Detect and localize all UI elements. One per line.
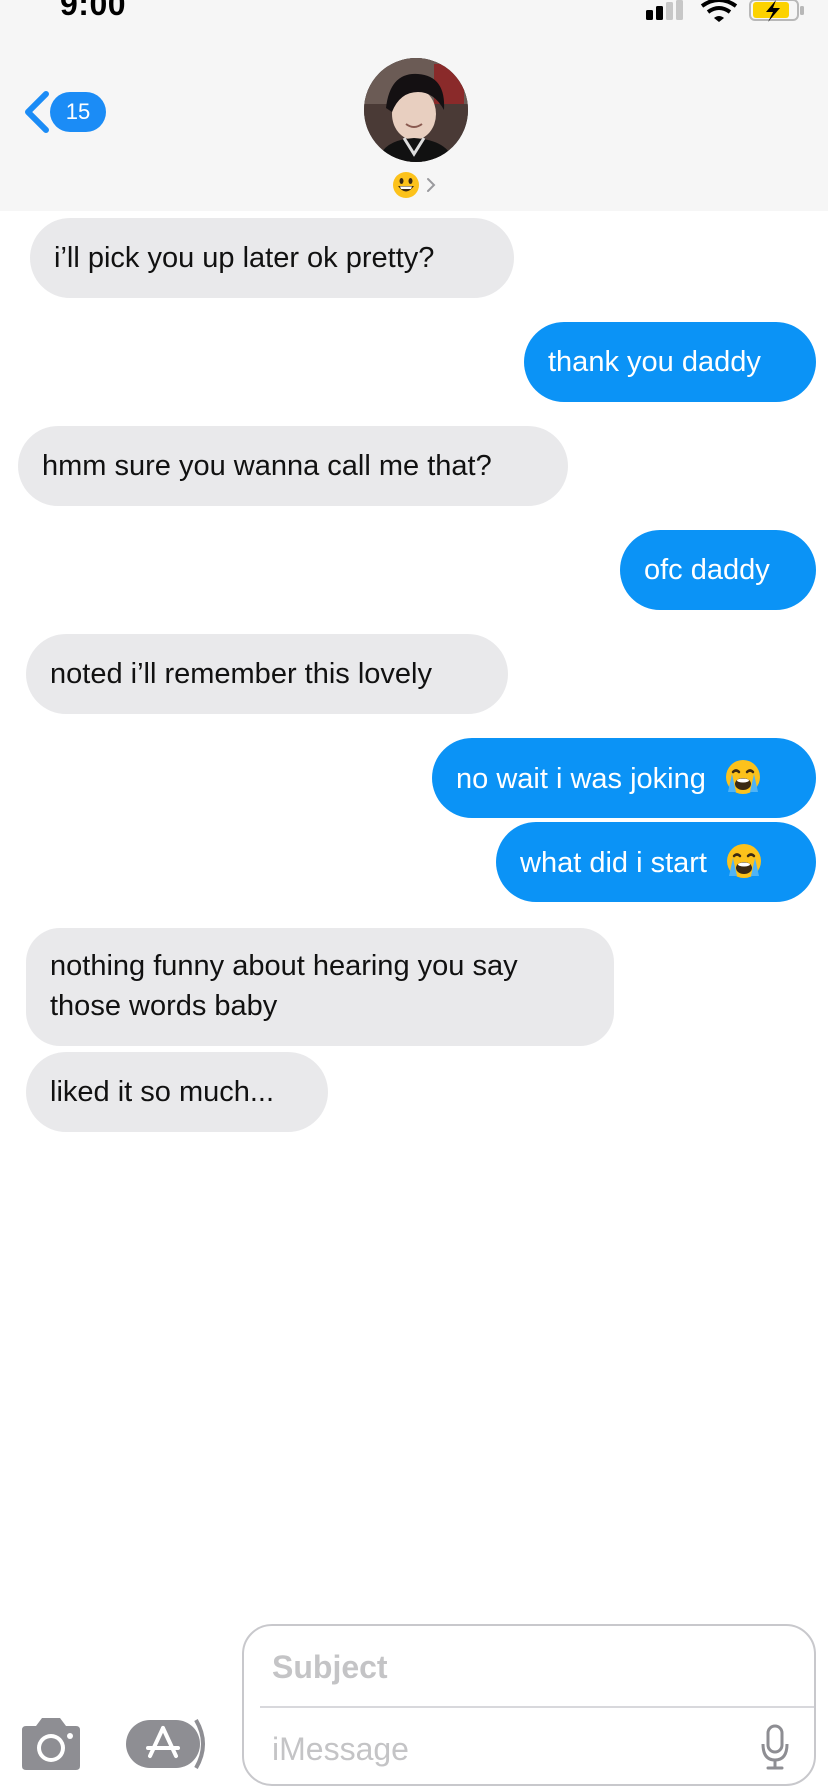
message-text: no wait i was joking [456,763,706,795]
message-text: ofc daddy [644,554,770,586]
loudly-crying-face-emoji [725,760,760,794]
message-text: i’ll pick you up later ok pretty? [54,242,435,274]
contact-details-toggle[interactable] [392,170,436,200]
status-icons [646,0,804,22]
chevron-right-icon [427,178,436,192]
grinning-face-emoji [393,172,419,198]
incoming-message-bubble[interactable]: i’ll pick you up later ok pretty? [30,218,514,298]
message-text: what did i start [520,847,707,879]
incoming-message-bubble[interactable]: nothing funny about hearing you say thos… [26,928,614,1046]
chevron-left-icon [25,91,49,133]
input-divider [260,1706,814,1708]
subject-input[interactable] [270,1644,794,1690]
incoming-message-bubble[interactable]: noted i’ll remember this lovely [26,634,508,714]
message-text: nothing funny about hearing you say thos… [50,950,518,1022]
incoming-message-bubble[interactable]: liked it so much... [26,1052,328,1132]
message-text: hmm sure you wanna call me that? [42,450,492,482]
signal-bars-icon [646,0,683,20]
app-store-icon [126,1718,205,1770]
outgoing-message-bubble[interactable]: ofc daddy [620,530,816,610]
outgoing-message-bubble[interactable]: what did i start [496,822,816,902]
battery-charging-icon [749,0,804,22]
incoming-message-bubble[interactable]: hmm sure you wanna call me that? [18,426,568,506]
imessage-input[interactable] [270,1726,744,1772]
loudly-crying-face-emoji [727,844,762,878]
back-button[interactable]: 15 [22,88,118,138]
camera-icon [22,1718,80,1770]
outgoing-message-bubble[interactable]: thank you daddy [524,322,816,402]
message-text: thank you daddy [548,346,761,378]
microphone-icon[interactable] [760,1724,790,1770]
camera-button[interactable] [18,1718,84,1772]
apps-button[interactable] [126,1716,210,1772]
message-text: noted i’ll remember this lovely [50,658,432,690]
conversation-header: 9:00 15 [0,0,828,211]
outgoing-message-bubble[interactable]: no wait i was joking [432,738,816,818]
unread-count-badge: 15 [50,92,106,132]
message-text: liked it so much... [50,1076,275,1108]
status-time: 9:00 [60,0,127,22]
message-input-box [242,1624,816,1786]
avatar-image [364,58,468,162]
wifi-icon [700,0,738,22]
contact-avatar[interactable] [364,58,468,162]
